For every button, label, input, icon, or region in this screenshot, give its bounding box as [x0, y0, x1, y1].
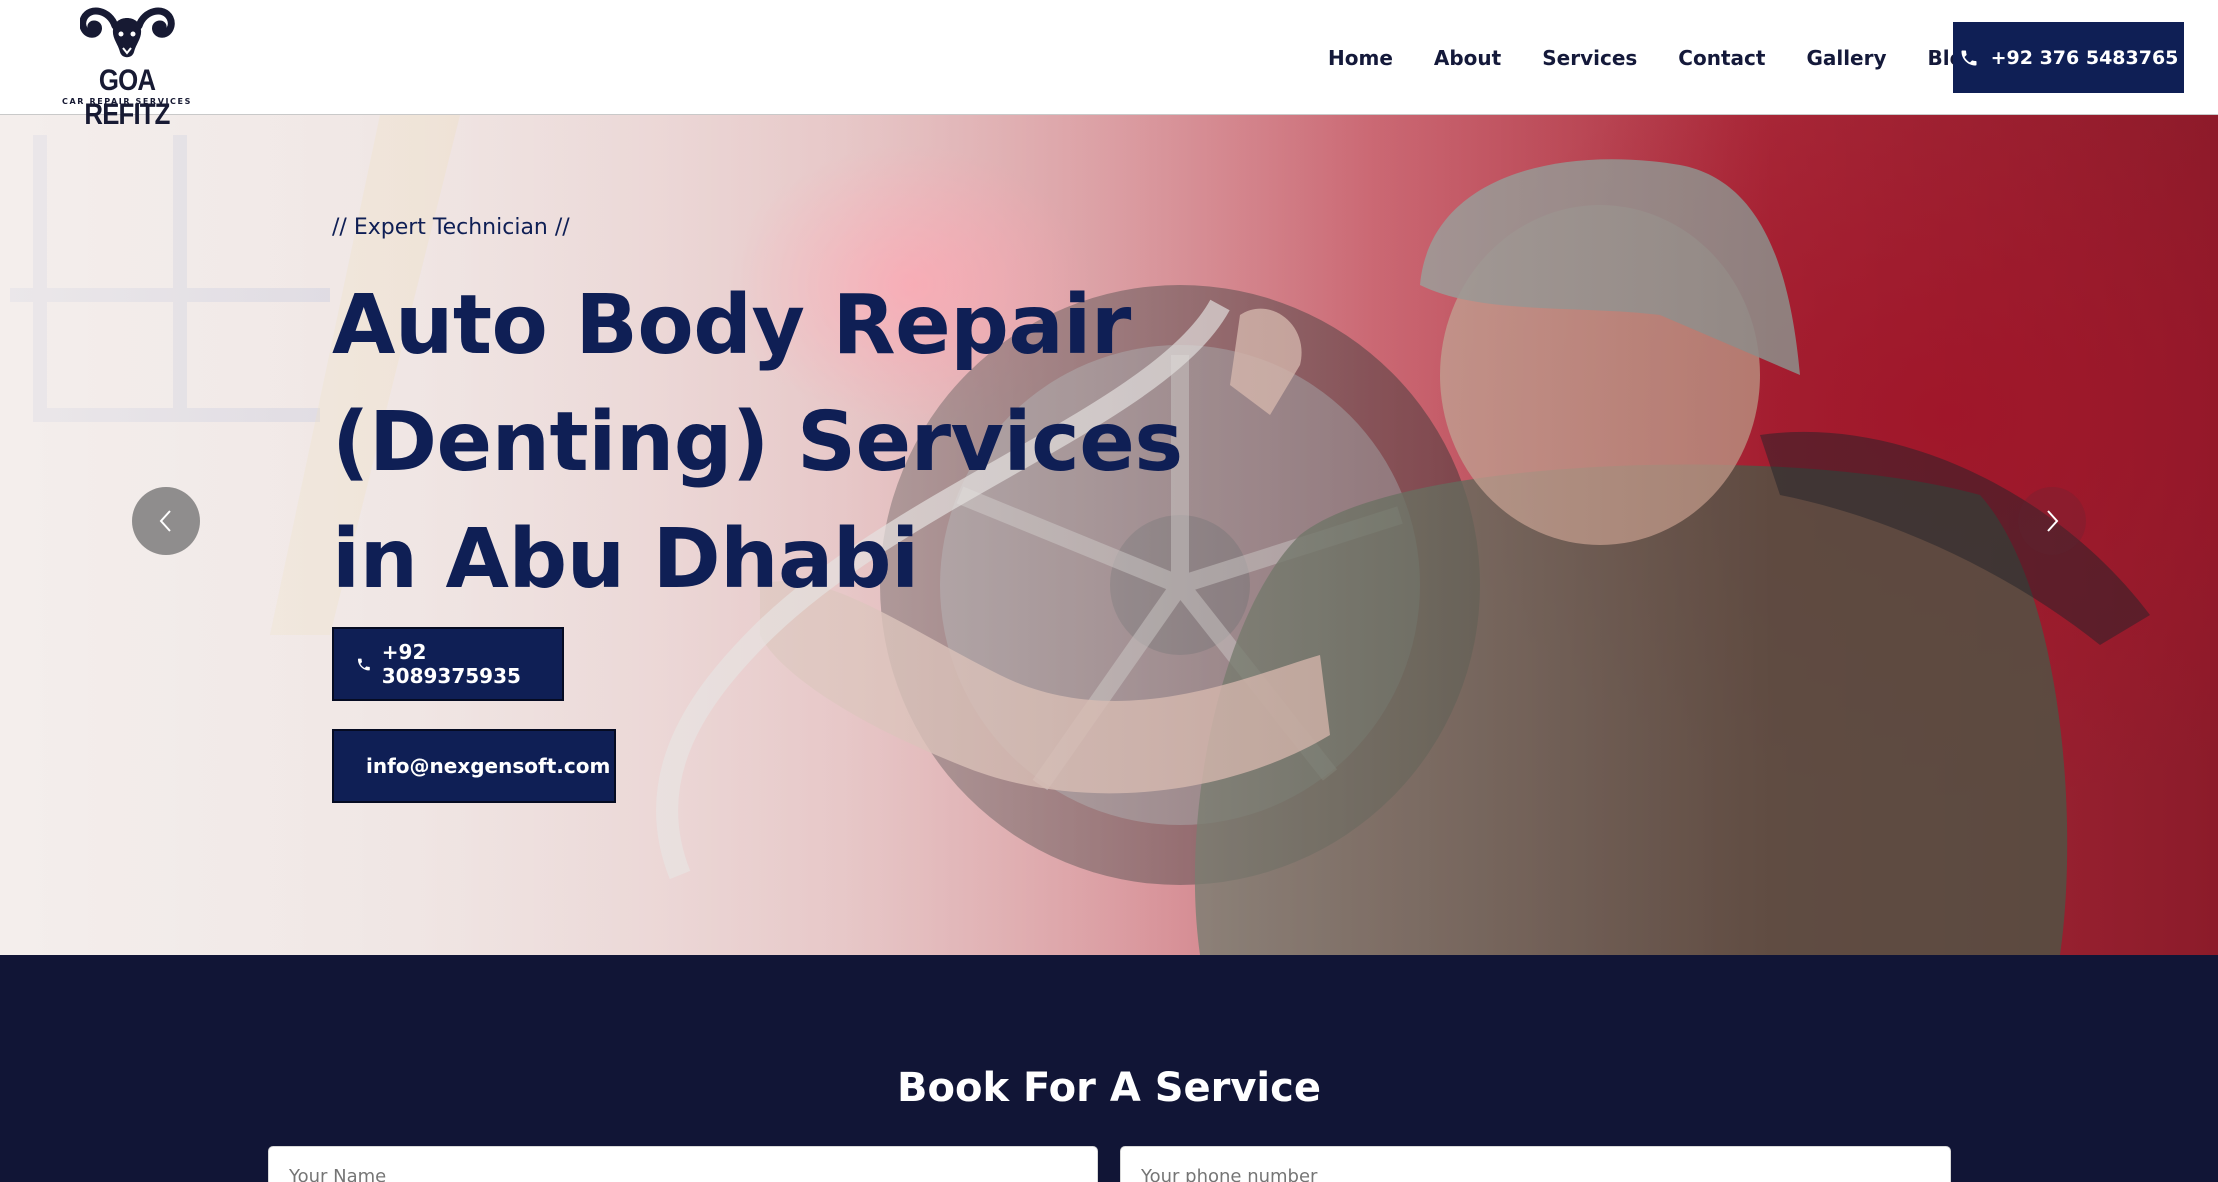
brand-tagline: CAR REPAIR SERVICES — [62, 97, 192, 106]
chevron-left-icon — [159, 510, 171, 532]
ram-logo-icon — [80, 7, 175, 58]
site-header: GOA REFITZ CAR REPAIR SERVICES Home Abou… — [0, 0, 2218, 131]
hero-call-label: +92 3089375935 — [381, 640, 521, 688]
nav-gallery[interactable]: Gallery — [1806, 46, 1886, 70]
hero-email-button[interactable]: info@nexgensoft.com — [332, 729, 616, 803]
hero-title: Auto Body Repair (Denting) Services in A… — [332, 278, 1183, 607]
hero-email-label: info@nexgensoft.com — [366, 754, 611, 778]
header-phone-label: +92 376 5483765 — [1990, 46, 2179, 69]
booking-section: Book For A Service — [0, 955, 2218, 1182]
hero-banner: // Expert Technician // Auto Body Repair… — [0, 115, 2218, 955]
chevron-right-icon — [2047, 510, 2059, 532]
hero-call-button[interactable]: +92 3089375935 — [332, 627, 564, 701]
hero-eyebrow: // Expert Technician // — [332, 215, 570, 240]
brand-logo[interactable]: GOA REFITZ CAR REPAIR SERVICES — [62, 4, 192, 131]
header-phone-button[interactable]: +92 376 5483765 — [1953, 22, 2184, 93]
carousel-next-button[interactable] — [2018, 487, 2086, 555]
phone-icon — [357, 658, 370, 670]
phone-icon — [1961, 50, 1977, 65]
phone-input[interactable] — [1120, 1146, 1951, 1182]
nav-home[interactable]: Home — [1328, 46, 1393, 70]
carousel-prev-button[interactable] — [132, 487, 200, 555]
name-input[interactable] — [268, 1146, 1098, 1182]
main-nav: Home About Services Contact Gallery Blog — [1328, 0, 1978, 115]
booking-title: Book For A Service — [897, 1065, 1321, 1111]
nav-services[interactable]: Services — [1542, 46, 1637, 70]
nav-about[interactable]: About — [1434, 46, 1501, 70]
nav-contact[interactable]: Contact — [1678, 46, 1765, 70]
